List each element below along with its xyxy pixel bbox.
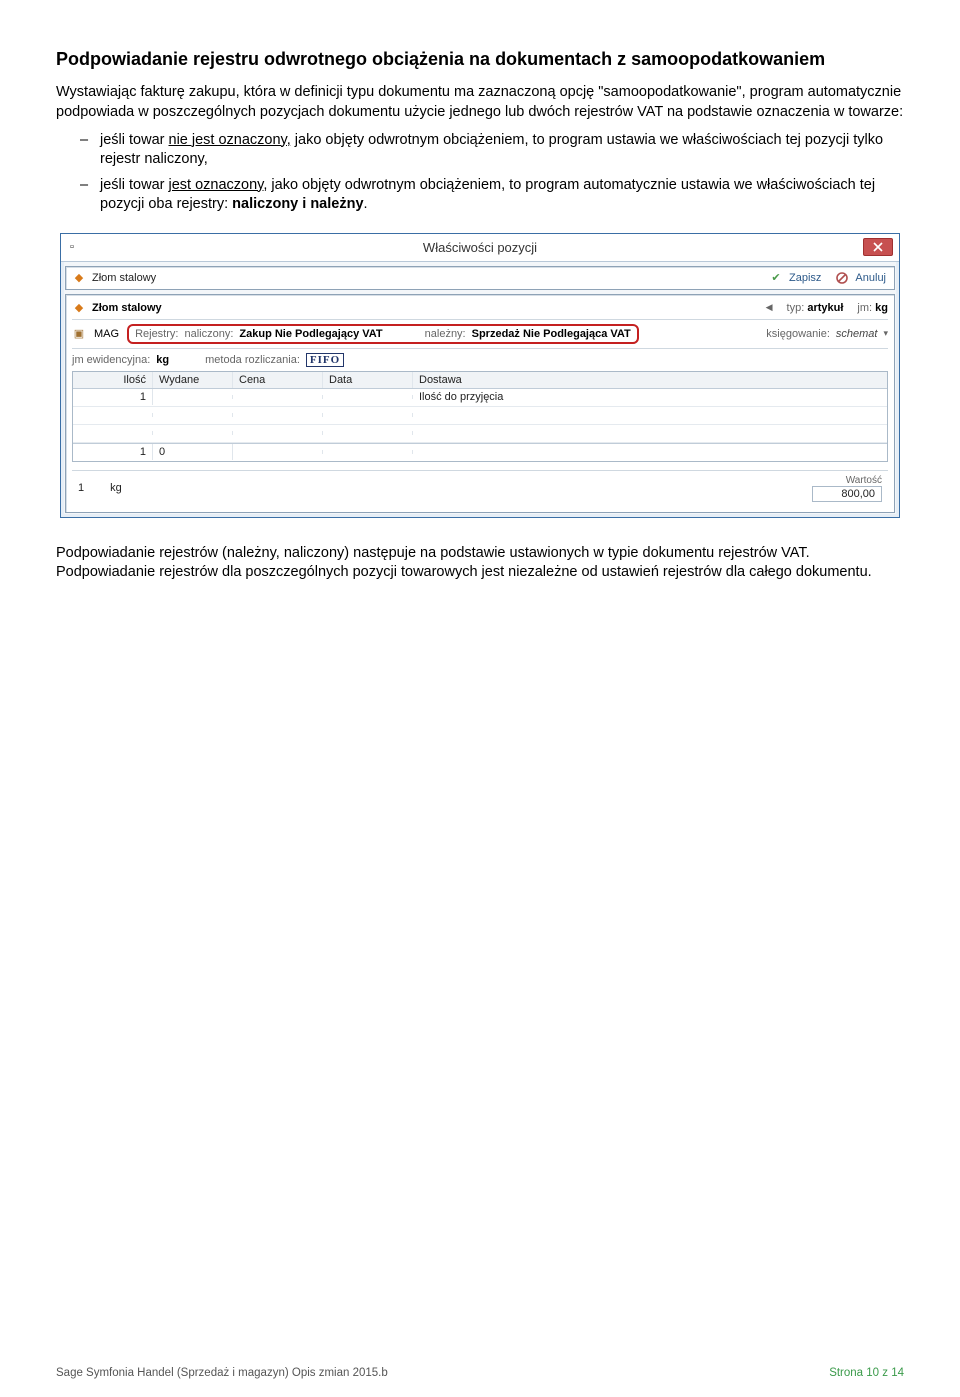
grid-row-1[interactable]: 1 Ilość do przyjęcia — [73, 389, 887, 407]
col-ilosc[interactable]: Ilość — [73, 372, 153, 388]
product-icon: ◆ — [72, 271, 86, 285]
save-button[interactable]: Zapisz — [787, 272, 823, 284]
toolbar-product-name: Złom stalowy — [92, 272, 156, 284]
val-metoda[interactable]: FIFO — [306, 353, 344, 367]
mag-label[interactable]: MAG — [94, 328, 119, 340]
cell-data-1 — [323, 395, 413, 399]
val-nalezny[interactable]: Sprzedaż Nie Podlegająca VAT — [472, 328, 631, 340]
dialog-titlebar: ▫ Właściwości pozycji — [61, 234, 899, 262]
val-naliczony[interactable]: Zakup Nie Podlegający VAT — [239, 328, 382, 340]
grid-row-empty — [73, 407, 887, 425]
footer-right: Strona 10 z 14 — [829, 1367, 904, 1379]
jm-row: jm ewidencyjna: kg metoda rozliczania: F… — [72, 348, 888, 367]
mag-icon: ▣ — [72, 327, 86, 341]
close-button[interactable] — [863, 238, 893, 256]
registers-highlight: Rejestry: naliczony: Zakup Nie Podlegają… — [127, 324, 639, 344]
col-data[interactable]: Data — [323, 372, 413, 388]
cell-wydane-sum: 0 — [153, 444, 233, 460]
cell-wydane-1 — [153, 395, 233, 399]
col-dostawa[interactable]: Dostawa — [413, 372, 887, 388]
dialog-icon: ▫ — [65, 240, 79, 254]
rule-item-unmarked: jeśli towar nie jest oznaczony, jako obj… — [80, 131, 904, 170]
lbl-jm: jm: — [857, 302, 872, 314]
grid-header: Ilość Wydane Cena Data Dostawa — [73, 372, 887, 389]
lbl-wartosc: Wartość — [846, 475, 882, 486]
lbl-metoda: metoda rozliczania: — [205, 354, 300, 366]
lbl-jmewid: jm ewidencyjna: — [72, 354, 150, 366]
dialog-window: ▫ Właściwości pozycji ◆ Złom stalowy ✔ Z… — [60, 233, 900, 518]
val-jmewid[interactable]: kg — [156, 354, 169, 366]
val-jm[interactable]: kg — [875, 302, 888, 314]
grid-row-sum: 1 0 — [73, 443, 887, 461]
lbl-typ: typ: — [787, 302, 805, 314]
val-ksiegowanie[interactable]: schemat — [836, 328, 878, 340]
cell-cena-1 — [233, 395, 323, 399]
rule-text-2-ul: jest oznaczony, — [169, 177, 268, 193]
lbl-rejestry: Rejestry: — [135, 328, 178, 340]
dropdown-icon[interactable]: ▾ — [883, 328, 888, 339]
product-row: ◆ Złom stalowy ◀ typ: artykuł jm: kg — [72, 301, 888, 320]
cell-ilosc-1: 1 — [73, 389, 153, 405]
cell-dostawa-1: Ilość do przyjęcia — [413, 389, 887, 405]
rule-text-1a: jeśli towar — [100, 132, 169, 148]
product-name-field[interactable]: Złom stalowy — [92, 302, 162, 314]
val-wartosc: 800,00 — [812, 486, 882, 502]
rules-list: jeśli towar nie jest oznaczony, jako obj… — [56, 131, 904, 215]
rule-text-2-tail: . — [364, 196, 368, 212]
close-icon — [873, 242, 883, 252]
cancel-icon — [835, 271, 849, 285]
lbl-naliczony: naliczony: — [184, 328, 233, 340]
section-heading: Podpowiadanie rejestru odwrotnego obciąż… — [56, 48, 904, 71]
dialog-title: Właściwości pozycji — [423, 240, 537, 255]
cell-ilosc-sum: 1 — [73, 444, 153, 460]
dialog-toolbar: ◆ Złom stalowy ✔ Zapisz Anuluj — [65, 266, 895, 290]
product-icon-2: ◆ — [72, 301, 86, 315]
rule-item-marked: jeśli towar jest oznaczony, jako objęty … — [80, 176, 904, 215]
nav-prev-icon[interactable]: ◀ — [766, 302, 773, 313]
rule-text-2a: jeśli towar — [100, 177, 169, 193]
grid-row-empty2 — [73, 425, 887, 443]
lbl-nalezny: należny: — [425, 328, 466, 340]
dialog-content: ◆ Złom stalowy ◀ typ: artykuł jm: kg ▣ M… — [65, 294, 895, 513]
col-wydane[interactable]: Wydane — [153, 372, 233, 388]
col-cena[interactable]: Cena — [233, 372, 323, 388]
lbl-ksiegowanie: księgowanie: — [766, 328, 830, 340]
summary-jm: kg — [110, 482, 122, 494]
footer-left: Sage Symfonia Handel (Sprzedaż i magazyn… — [56, 1367, 388, 1379]
registers-row: ▣ MAG Rejestry: naliczony: Zakup Nie Pod… — [72, 324, 888, 344]
val-typ[interactable]: artykuł — [807, 302, 843, 314]
intro-paragraph: Wystawiając fakturę zakupu, która w defi… — [56, 83, 904, 122]
rule-text-1-ul: nie jest oznaczony, — [169, 132, 291, 148]
closing-paragraph: Podpowiadanie rejestrów (należny, nalicz… — [56, 544, 904, 583]
summary-row: 1 kg Wartość 800,00 — [72, 470, 888, 506]
cancel-button[interactable]: Anuluj — [853, 272, 888, 284]
accept-icon: ✔ — [769, 271, 783, 285]
rule-text-2-bold: naliczony i należny — [232, 196, 363, 212]
deliveries-grid: Ilość Wydane Cena Data Dostawa 1 Ilość d… — [72, 371, 888, 462]
page-footer: Sage Symfonia Handel (Sprzedaż i magazyn… — [56, 1367, 904, 1379]
summary-qty: 1 — [78, 482, 84, 494]
